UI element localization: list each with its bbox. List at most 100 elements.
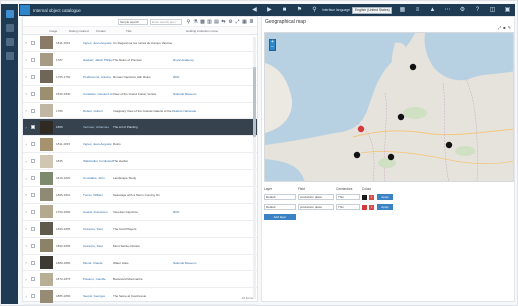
expand-row-icon[interactable]: › bbox=[23, 260, 29, 265]
map-canvas[interactable]: + − bbox=[264, 32, 514, 182]
row-checkbox[interactable] bbox=[31, 91, 35, 96]
cell-institution-link[interactable]: Galerie Nationale bbox=[173, 109, 221, 113]
cell-institution-link[interactable]: Royal Academy bbox=[173, 58, 221, 62]
list-icon[interactable]: ≡ bbox=[413, 6, 422, 15]
settings-icon[interactable]: ⚙ bbox=[227, 19, 234, 25]
expand-row-icon[interactable]: › bbox=[23, 125, 29, 130]
cell-creator-link[interactable]: Robert, Hubert bbox=[83, 109, 113, 113]
pin-icon[interactable]: ✎ bbox=[508, 25, 511, 30]
row-checkbox[interactable] bbox=[31, 74, 35, 79]
cell-institution-link[interactable]: National Museum bbox=[173, 92, 221, 96]
map-marker[interactable] bbox=[353, 151, 361, 159]
cell-creator-link[interactable]: Cézanne, Paul bbox=[83, 244, 113, 248]
expand-row-icon[interactable]: › bbox=[23, 243, 29, 248]
artwork-thumbnail[interactable] bbox=[40, 137, 53, 151]
scrollbar-thumb[interactable] bbox=[253, 67, 256, 137]
map-nav-icon[interactable] bbox=[5, 24, 14, 32]
cell-creator-link[interactable]: Guardi, Francesco bbox=[83, 210, 113, 214]
expand-row-icon[interactable]: › bbox=[23, 74, 29, 79]
table-row[interactable]: › 1870-1875 Pissarro, Camille Boulevard Mon… bbox=[23, 271, 257, 289]
compare-icon[interactable]: ⇆ bbox=[220, 19, 227, 25]
cell-creator-link[interactable]: Turner, William bbox=[83, 193, 113, 197]
table-row[interactable]: › 1811-1815 Ingres, Jean-Auguste Un Regard … bbox=[23, 35, 257, 52]
more-icon[interactable]: ⋯ bbox=[443, 6, 452, 15]
artwork-thumbnail[interactable] bbox=[40, 171, 53, 185]
search-icon[interactable]: ⚲ bbox=[310, 6, 319, 15]
grid-icon[interactable]: ▦ bbox=[398, 6, 407, 15]
artwork-thumbnail[interactable] bbox=[40, 87, 53, 101]
table-row[interactable]: › 1830-1840 Canaletto, Giovanni AntonioVie… bbox=[23, 86, 257, 103]
cell-institution-link[interactable]: RKD bbox=[173, 210, 221, 214]
cell-institution-link[interactable]: National Museum bbox=[173, 261, 221, 265]
field-select[interactable]: production place bbox=[298, 194, 334, 200]
row-checkbox[interactable] bbox=[31, 260, 35, 265]
artwork-thumbnail[interactable] bbox=[40, 53, 53, 67]
cell-institution-link[interactable]: RKD bbox=[173, 75, 221, 79]
table-row[interactable]: › 1666 Vermeer, Johannes The Art of Paintin… bbox=[23, 119, 257, 137]
expand-row-icon[interactable]: › bbox=[23, 176, 29, 181]
warning-icon[interactable]: ▲ bbox=[428, 6, 437, 15]
apply-layer-button[interactable]: Apply bbox=[377, 194, 393, 200]
expand-row-icon[interactable]: › bbox=[23, 91, 29, 96]
expand-row-icon[interactable]: › bbox=[23, 226, 29, 231]
cell-creator-link[interactable]: Waldmüller, Ferdinand bbox=[83, 159, 113, 163]
column-header-institution[interactable]: Holding institution name bbox=[186, 29, 234, 33]
search-icon[interactable]: ⚲ bbox=[185, 19, 192, 25]
table-row[interactable]: › 1790-1800 Guardi, Francesco Venetian Capr… bbox=[23, 204, 257, 221]
expand-row-icon[interactable]: › bbox=[23, 108, 29, 113]
table-row[interactable]: › 1755-1760 Prudhomme, Antoine Roman Capric… bbox=[23, 69, 257, 86]
row-checkbox[interactable] bbox=[31, 243, 35, 248]
camera-icon[interactable]: ■ bbox=[503, 25, 505, 30]
artwork-thumbnail[interactable] bbox=[40, 154, 53, 168]
cell-creator-link[interactable]: Vermeer, Johannes bbox=[83, 125, 113, 129]
grid-icon[interactable]: ▦ bbox=[241, 19, 248, 25]
remove-layer-icon[interactable]: × bbox=[369, 204, 374, 210]
connectors-select[interactable]: Thin bbox=[336, 204, 360, 210]
row-checkbox[interactable] bbox=[31, 192, 35, 197]
map-marker[interactable] bbox=[397, 113, 405, 121]
map-marker[interactable] bbox=[357, 125, 365, 133]
column-header-title[interactable]: Title bbox=[126, 29, 186, 33]
search-input[interactable]: Enter search term bbox=[150, 18, 182, 25]
table-row[interactable]: › 1810-1820 Constable, John Landscape Study bbox=[23, 170, 257, 188]
cell-creator-link[interactable]: Pissarro, Camille bbox=[83, 277, 113, 281]
map-marker[interactable] bbox=[409, 63, 417, 71]
fullscreen-icon[interactable]: ⤢ bbox=[498, 25, 501, 30]
artwork-thumbnail[interactable] bbox=[40, 70, 53, 84]
list-icon[interactable]: ≣ bbox=[248, 19, 255, 25]
settings-nav-icon[interactable] bbox=[5, 52, 14, 60]
colour-swatch[interactable] bbox=[362, 194, 367, 200]
cell-creator-link[interactable]: Monet, Claude bbox=[83, 261, 113, 265]
row-checkbox[interactable] bbox=[31, 57, 35, 62]
artwork-thumbnail[interactable] bbox=[40, 222, 53, 236]
expand-row-icon[interactable]: › bbox=[23, 294, 29, 299]
back-icon[interactable]: ◀ bbox=[250, 6, 259, 15]
map-marker[interactable] bbox=[387, 153, 395, 161]
window-icon[interactable]: ▣ bbox=[503, 6, 512, 15]
remove-layer-icon[interactable]: × bbox=[369, 194, 374, 200]
chart-icon[interactable]: ▥ bbox=[206, 19, 213, 25]
expand-row-icon[interactable]: › bbox=[23, 159, 29, 164]
artwork-thumbnail[interactable] bbox=[40, 205, 53, 219]
apply-layer-button[interactable]: Apply bbox=[377, 204, 393, 210]
layer-select[interactable]: Default bbox=[264, 204, 296, 210]
artwork-thumbnail[interactable] bbox=[40, 36, 53, 50]
language-select[interactable]: English (United States) bbox=[352, 6, 392, 14]
row-checkbox[interactable] bbox=[31, 125, 35, 130]
column-header-creator[interactable]: Creator bbox=[96, 29, 126, 33]
artwork-thumbnail[interactable] bbox=[40, 120, 53, 134]
cell-creator-link[interactable]: Cézanne, Paul bbox=[83, 227, 113, 231]
expand-row-icon[interactable]: › bbox=[23, 209, 29, 214]
cell-creator-link[interactable]: Ingres, Jean-Auguste bbox=[83, 142, 113, 146]
catalogue-scrollbar[interactable] bbox=[253, 37, 256, 299]
table-row[interactable]: › 1805-1810 Turner, William Seascape with a… bbox=[23, 187, 257, 204]
map-marker[interactable] bbox=[445, 141, 453, 149]
table-row[interactable]: › 1787 Hackert, Jakob Philipp The Ruins of … bbox=[23, 52, 257, 69]
expand-row-icon[interactable]: › bbox=[23, 40, 29, 45]
row-checkbox[interactable] bbox=[31, 176, 35, 181]
help-icon[interactable]: ? bbox=[473, 6, 482, 15]
expand-row-icon[interactable]: › bbox=[23, 57, 29, 62]
filter-icon[interactable]: ⚗ bbox=[192, 19, 199, 25]
cell-creator-link[interactable]: Prudhomme, Antoine bbox=[83, 75, 113, 79]
catalogue-nav-icon[interactable] bbox=[5, 10, 14, 18]
